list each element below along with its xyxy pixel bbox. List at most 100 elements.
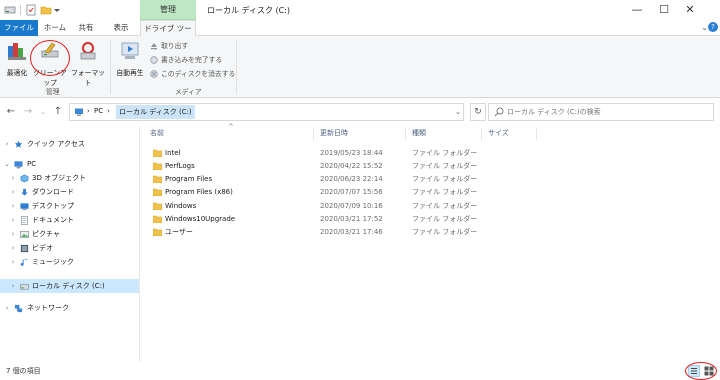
tab-share[interactable]: 共有 (73, 20, 99, 36)
minimize-button[interactable]: — (630, 3, 644, 17)
tree-item-3d-objects[interactable]: › 3D オブジェクト (0, 171, 139, 185)
maximize-button[interactable]: ☐ (657, 3, 671, 17)
drive-icon (20, 284, 29, 290)
forward-arrow-icon[interactable]: → (22, 106, 34, 118)
finish-burning-button[interactable]: 書き込みを完了する (150, 54, 222, 66)
sort-ascending-icon: ^ (228, 123, 234, 131)
tab-file[interactable]: ファイル (0, 20, 38, 36)
refresh-icon[interactable]: ↻ (470, 103, 486, 121)
column-divider[interactable] (313, 128, 314, 140)
expand-chevron-icon[interactable]: › (9, 185, 17, 199)
expand-chevron-icon[interactable]: › (3, 137, 11, 151)
column-header-date[interactable]: 更新日時 (320, 126, 348, 140)
expand-chevron-icon[interactable]: › (3, 301, 11, 315)
file-type: ファイル フォルダー (412, 188, 478, 196)
expand-chevron-icon[interactable]: › (9, 255, 17, 269)
file-name: Windows (165, 202, 197, 210)
table-row[interactable]: Windows 2020/07/09 10:16 ファイル フォルダー (150, 200, 480, 213)
column-header-type[interactable]: 種類 (412, 126, 426, 140)
format-button[interactable]: フォーマット (71, 40, 105, 87)
expand-chevron-icon[interactable]: › (9, 171, 17, 185)
network-icon (14, 304, 23, 313)
group-media-label: メディア (175, 88, 202, 96)
context-group-label: 管理 (160, 5, 176, 14)
folder-icon (153, 188, 162, 196)
table-row[interactable]: ユーザー 2020/03/21 17:46 ファイル フォルダー (150, 226, 480, 239)
file-date: 2020/03/21 17:52 (320, 215, 383, 223)
file-name: Windows10Upgrade (165, 215, 236, 223)
expand-chevron-icon[interactable]: › (9, 199, 17, 213)
erase-disc-button[interactable]: このディスクを消去する (150, 68, 235, 80)
optimize-label: 最適化 (6, 69, 28, 77)
close-button[interactable]: ✕ (683, 3, 697, 17)
expand-chevron-icon[interactable]: › (9, 241, 17, 255)
file-type: ファイル フォルダー (412, 149, 478, 157)
column-header-name[interactable]: 名前 (150, 126, 164, 140)
collapse-chevron-icon[interactable]: ⌄ (3, 157, 11, 171)
table-row[interactable]: PerfLogs 2020/04/22 15:52 ファイル フォルダー (150, 160, 480, 173)
table-row[interactable]: Windows10Upgrade 2020/03/21 17:52 ファイル フ… (150, 213, 480, 226)
tree-item-pc[interactable]: ⌄ PC (0, 157, 139, 171)
tree-item-music[interactable]: › ミュージック (0, 255, 139, 269)
expand-chevron-icon[interactable]: › (9, 279, 17, 293)
breadcrumb-pc[interactable]: PC (94, 107, 103, 115)
tree-item-pictures[interactable]: › ピクチャ (0, 227, 139, 241)
tab-drive-tools[interactable]: ドライブ ツール (140, 20, 196, 49)
expand-chevron-icon[interactable]: › (9, 227, 17, 241)
window-title: ローカル ディスク (C:) (207, 6, 291, 15)
ribbon-group-separator (236, 40, 237, 94)
tree-label: ネットワーク (27, 304, 69, 312)
tab-home[interactable]: ホーム (42, 20, 68, 36)
tree-label: ダウンロード (32, 188, 74, 196)
column-divider[interactable] (405, 128, 406, 140)
file-date: 2020/03/21 17:46 (320, 228, 383, 236)
autoplay-button[interactable]: 自動再生 (114, 40, 146, 77)
file-type: ファイル フォルダー (412, 215, 478, 223)
documents-icon (21, 216, 28, 225)
ribbon-collapse-chevron-icon[interactable]: ⌄ (701, 23, 708, 32)
address-bar[interactable]: › PC › ローカル ディスク (C:) (69, 103, 464, 121)
expand-chevron-icon[interactable]: › (9, 213, 17, 227)
tree-label: ミュージック (32, 258, 74, 266)
folder-icon (153, 175, 162, 183)
tree-item-local-disk[interactable]: › ローカル ディスク (C:) (0, 279, 139, 293)
table-row[interactable]: Program Files 2020/06/23 22:14 ファイル フォルダ… (150, 173, 480, 186)
file-name: ユーザー (165, 228, 193, 236)
eject-label: 取り出す (161, 42, 189, 50)
breadcrumb-current[interactable]: ローカル ディスク (C:) (116, 105, 195, 119)
drive-icon (4, 6, 16, 14)
table-row[interactable]: Program Files (x86) 2020/07/07 15:56 ファイ… (150, 186, 480, 199)
back-arrow-icon[interactable]: ← (5, 106, 17, 118)
search-input[interactable] (507, 106, 707, 118)
videos-icon (20, 244, 29, 253)
search-box[interactable] (488, 103, 714, 121)
table-row[interactable]: Intel 2019/05/23 18:44 ファイル フォルダー (150, 147, 480, 160)
column-divider[interactable] (536, 128, 537, 140)
tree-item-videos[interactable]: › ビデオ (0, 241, 139, 255)
customize-quick-access-icon[interactable] (53, 4, 61, 16)
column-header-size[interactable]: サイズ (488, 126, 509, 140)
tree-item-network[interactable]: › ネットワーク (0, 301, 139, 315)
tree-item-documents[interactable]: › ドキュメント (0, 213, 139, 227)
title-bar: 管理 ローカル ディスク (C:) — ☐ ✕ (0, 0, 720, 20)
eject-button[interactable]: 取り出す (150, 40, 188, 52)
new-folder-icon[interactable] (40, 4, 52, 16)
tree-item-desktop[interactable]: › デスクトップ (0, 199, 139, 213)
up-arrow-icon[interactable]: ↑ (52, 106, 64, 118)
tree-item-downloads[interactable]: › ダウンロード (0, 185, 139, 199)
help-icon[interactable]: ? (708, 22, 718, 32)
column-divider[interactable] (481, 128, 482, 140)
file-name: Program Files (165, 175, 213, 183)
address-history-chevron-icon[interactable]: ⌄ (451, 103, 465, 121)
tab-view[interactable]: 表示 (108, 20, 134, 36)
address-row: ← → ⌄ ↑ › PC › ローカル ディスク (C:) ⌄ ↻ (0, 98, 720, 126)
annotation-circle-cleanup (30, 40, 70, 76)
tree-label: デスクトップ (32, 202, 74, 210)
properties-icon[interactable] (25, 4, 37, 16)
ribbon: 最適化 クリーンアップ フォーマット 管理 自動再生 取り出す 書き込みを完了す… (0, 36, 720, 98)
optimize-button[interactable]: 最適化 (4, 40, 30, 77)
download-icon (21, 188, 28, 196)
recent-locations-chevron-icon[interactable]: ⌄ (37, 106, 49, 118)
tree-item-quick-access[interactable]: › クイック アクセス (0, 137, 139, 151)
finish-burning-label: 書き込みを完了する (161, 56, 223, 64)
